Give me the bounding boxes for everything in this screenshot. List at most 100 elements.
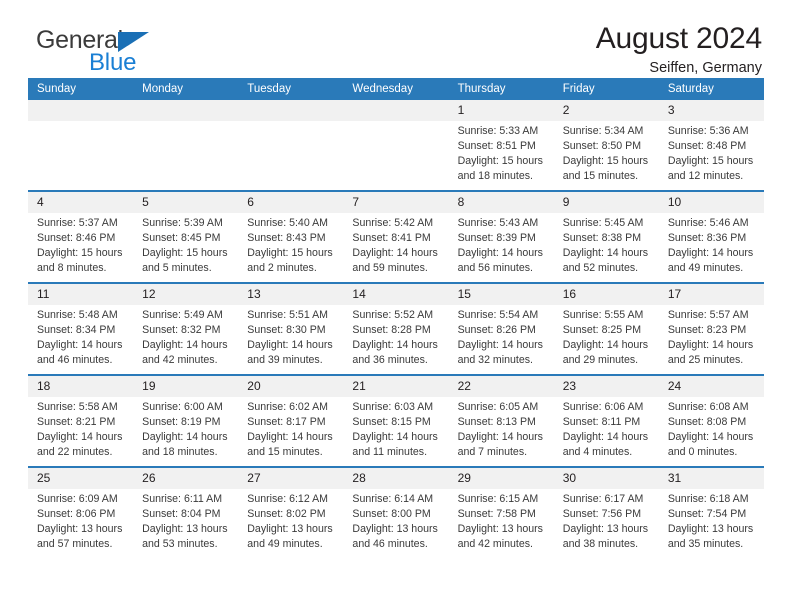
day-info: Sunrise: 6:12 AM Sunset: 8:02 PM Daylight:… (238, 489, 343, 552)
calendar-day-cell[interactable]: 1 Sunrise: 5:33 AM Sunset: 8:51 PM Daylight… (448, 100, 554, 191)
calendar-day-cell[interactable]: 7 Sunrise: 5:42 AM Sunset: 8:41 PM Daylight… (343, 190, 449, 283)
weekday-header-row: Sunday Monday Tuesday Wednesday Thursday… (28, 78, 764, 100)
daylight-text: Daylight: 15 hours (562, 155, 649, 168)
calendar-day-cell[interactable]: 15 Sunrise: 5:54 AM Sunset: 8:26 PM Dayligh… (448, 282, 554, 375)
calendar-week-row: 11 Sunrise: 5:48 AM Sunset: 8:34 PM Dayligh… (28, 282, 764, 375)
daylight-text: Daylight: 13 hours (142, 523, 228, 536)
calendar-day-cell[interactable]: 9 Sunrise: 5:45 AM Sunset: 8:38 PM Daylight… (553, 190, 659, 283)
calendar-day-cell[interactable]: 22 Sunrise: 6:05 AM Sunset: 8:13 PM Dayligh… (448, 374, 554, 467)
day-info: Sunrise: 5:55 AM Sunset: 8:25 PM Daylight:… (554, 305, 659, 368)
daylight-text: Daylight: 14 hours (352, 339, 438, 352)
calendar-day-cell[interactable]: 29 Sunrise: 6:15 AM Sunset: 7:58 PM Dayligh… (448, 466, 554, 558)
day-number: 7 (343, 192, 449, 213)
daylight-text: Daylight: 15 hours (247, 247, 333, 260)
calendar-day-cell[interactable]: 18 Sunrise: 5:58 AM Sunset: 8:21 PM Dayligh… (28, 374, 134, 467)
calendar-day-cell[interactable]: 26 Sunrise: 6:11 AM Sunset: 8:04 PM Dayligh… (133, 466, 239, 558)
sunset-text: Sunset: 8:17 PM (247, 416, 326, 429)
day-info: Sunrise: 6:11 AM Sunset: 8:04 PM Daylight:… (133, 489, 238, 552)
calendar-day-cell[interactable]: 13 Sunrise: 5:51 AM Sunset: 8:30 PM Dayligh… (238, 282, 344, 375)
brand-logo[interactable]: General Blue (28, 28, 248, 76)
sunrise-text: Sunrise: 5:52 AM (352, 309, 434, 321)
sunrise-text: Sunrise: 5:46 AM (667, 217, 749, 229)
daylight-text: Daylight: 14 hours (667, 339, 754, 352)
calendar-day-cell[interactable]: 5 Sunrise: 5:39 AM Sunset: 8:45 PM Daylight… (133, 190, 239, 283)
sunrise-text: Sunrise: 6:02 AM (247, 401, 328, 413)
sunset-text: Sunset: 8:36 PM (667, 232, 747, 245)
sunset-text: Sunset: 8:04 PM (142, 508, 221, 521)
calendar-day-cell[interactable]: 2 Sunrise: 5:34 AM Sunset: 8:50 PM Daylight… (553, 100, 659, 191)
day-number: 24 (658, 376, 764, 397)
sunset-text: Sunset: 8:32 PM (142, 324, 221, 337)
calendar-day-cell[interactable]: 19 Sunrise: 6:00 AM Sunset: 8:19 PM Dayligh… (133, 374, 239, 467)
daylight-text: Daylight: 14 hours (247, 431, 333, 444)
day-number: 20 (238, 376, 344, 397)
calendar-page: General Blue August 2024 Seiffen, German… (0, 0, 792, 612)
daylight-text-cont: and 49 minutes. (247, 538, 323, 551)
calendar-day-cell[interactable]: 14 Sunrise: 5:52 AM Sunset: 8:28 PM Dayligh… (343, 282, 449, 375)
calendar-day-cell[interactable]: 30 Sunrise: 6:17 AM Sunset: 7:56 PM Dayligh… (553, 466, 659, 558)
sunset-text: Sunset: 8:28 PM (352, 324, 431, 337)
day-info (238, 121, 343, 124)
calendar-table: Sunday Monday Tuesday Wednesday Thursday… (28, 78, 764, 558)
sunset-text: Sunset: 7:56 PM (562, 508, 642, 521)
calendar-day-cell[interactable]: 10 Sunrise: 5:46 AM Sunset: 8:36 PM Dayligh… (658, 190, 764, 283)
calendar-day-cell[interactable]: 21 Sunrise: 6:03 AM Sunset: 8:15 PM Dayligh… (343, 374, 449, 467)
day-number: 4 (28, 192, 134, 213)
sunrise-text: Sunrise: 5:48 AM (37, 309, 118, 321)
weekday-header-monday: Monday (133, 78, 239, 100)
calendar-day-cell[interactable]: 27 Sunrise: 6:12 AM Sunset: 8:02 PM Dayligh… (238, 466, 344, 558)
sunset-text: Sunset: 8:06 PM (37, 508, 116, 521)
calendar-day-cell[interactable]: 6 Sunrise: 5:40 AM Sunset: 8:43 PM Daylight… (238, 190, 344, 283)
day-info: Sunrise: 5:43 AM Sunset: 8:39 PM Daylight:… (449, 213, 554, 276)
calendar-day-cell[interactable]: 4 Sunrise: 5:37 AM Sunset: 8:46 PM Daylight… (28, 190, 134, 283)
calendar-day-cell[interactable]: 28 Sunrise: 6:14 AM Sunset: 8:00 PM Dayligh… (343, 466, 449, 558)
daylight-text-cont: and 53 minutes. (142, 538, 218, 551)
calendar-day-cell[interactable]: 31 Sunrise: 6:18 AM Sunset: 7:54 PM Dayligh… (658, 466, 764, 558)
sunrise-text: Sunrise: 5:54 AM (457, 309, 539, 321)
calendar-day-cell[interactable]: 17 Sunrise: 5:57 AM Sunset: 8:23 PM Dayligh… (658, 282, 764, 375)
calendar-day-cell[interactable]: 16 Sunrise: 5:55 AM Sunset: 8:25 PM Dayligh… (553, 282, 659, 375)
calendar-day-cell[interactable]: 20 Sunrise: 6:02 AM Sunset: 8:17 PM Dayligh… (238, 374, 344, 467)
daylight-text-cont: and 8 minutes. (37, 262, 107, 275)
calendar-day-cell[interactable]: 3 Sunrise: 5:36 AM Sunset: 8:48 PM Daylight… (658, 100, 764, 191)
weekday-header-wednesday: Wednesday (343, 78, 449, 100)
calendar-day-cell[interactable]: 23 Sunrise: 6:06 AM Sunset: 8:11 PM Dayligh… (553, 374, 659, 467)
brand-name-blue: Blue (89, 49, 137, 76)
calendar-day-cell[interactable]: 24 Sunrise: 6:08 AM Sunset: 8:08 PM Dayligh… (658, 374, 764, 467)
daylight-text-cont: and 42 minutes. (142, 354, 218, 367)
day-info: Sunrise: 5:39 AM Sunset: 8:45 PM Daylight:… (133, 213, 238, 276)
day-number: 23 (553, 376, 659, 397)
daylight-text-cont: and 35 minutes. (667, 538, 744, 551)
sunrise-text: Sunrise: 5:34 AM (562, 125, 644, 137)
day-info: Sunrise: 6:00 AM Sunset: 8:19 PM Daylight:… (133, 397, 238, 460)
sunrise-text: Sunrise: 6:18 AM (667, 493, 749, 505)
title-block: August 2024 Seiffen, Germany (596, 22, 764, 77)
day-info: Sunrise: 5:45 AM Sunset: 8:38 PM Daylight:… (554, 213, 659, 276)
calendar-day-cell[interactable]: 11 Sunrise: 5:48 AM Sunset: 8:34 PM Dayligh… (28, 282, 134, 375)
page-subtitle: Seiffen, Germany (649, 59, 762, 76)
sunrise-text: Sunrise: 5:57 AM (667, 309, 749, 321)
day-info: Sunrise: 5:34 AM Sunset: 8:50 PM Daylight:… (554, 121, 659, 184)
sunrise-text: Sunrise: 5:40 AM (247, 217, 328, 229)
page-title: August 2024 (595, 22, 762, 55)
day-number: 29 (448, 468, 554, 489)
sunrise-text: Sunrise: 5:43 AM (457, 217, 539, 229)
sunset-text: Sunset: 8:51 PM (457, 140, 536, 153)
sunset-text: Sunset: 8:34 PM (37, 324, 116, 337)
day-number: 26 (133, 468, 239, 489)
day-info: Sunrise: 5:42 AM Sunset: 8:41 PM Daylight:… (343, 213, 448, 276)
calendar-day-cell[interactable]: 12 Sunrise: 5:49 AM Sunset: 8:32 PM Dayligh… (133, 282, 239, 375)
day-info: Sunrise: 6:02 AM Sunset: 8:17 PM Daylight:… (238, 397, 343, 460)
daylight-text-cont: and 11 minutes. (352, 446, 428, 459)
sunrise-text: Sunrise: 6:14 AM (352, 493, 434, 505)
day-info: Sunrise: 5:33 AM Sunset: 8:51 PM Daylight:… (449, 121, 554, 184)
daylight-text: Daylight: 14 hours (562, 247, 649, 260)
daylight-text-cont: and 38 minutes. (562, 538, 639, 551)
sunrise-text: Sunrise: 6:08 AM (667, 401, 749, 413)
daylight-text-cont: and 12 minutes. (667, 170, 744, 183)
day-info (343, 121, 448, 124)
sunset-text: Sunset: 8:11 PM (562, 416, 641, 429)
calendar-day-cell[interactable]: 25 Sunrise: 6:09 AM Sunset: 8:06 PM Dayligh… (28, 466, 134, 558)
sunrise-text: Sunrise: 6:05 AM (457, 401, 539, 413)
calendar-day-cell[interactable]: 8 Sunrise: 5:43 AM Sunset: 8:39 PM Daylight… (448, 190, 554, 283)
